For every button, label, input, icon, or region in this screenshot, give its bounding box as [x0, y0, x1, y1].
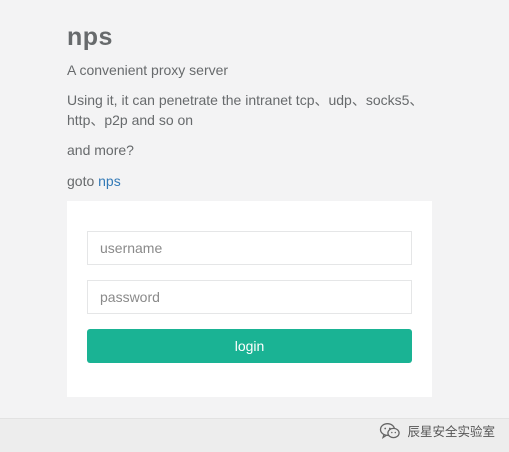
- nps-link[interactable]: nps: [98, 173, 121, 189]
- login-form: login: [67, 201, 432, 397]
- login-button[interactable]: login: [87, 329, 412, 363]
- description: Using it, it can penetrate the intranet …: [67, 92, 424, 128]
- password-input[interactable]: [87, 280, 412, 314]
- page: nps A convenient proxy server Using it, …: [0, 0, 509, 418]
- username-input[interactable]: [87, 231, 412, 265]
- watermark: 辰星安全实验室: [379, 421, 495, 440]
- intro-section: nps A convenient proxy server Using it, …: [67, 22, 437, 189]
- goto-prefix: goto: [67, 173, 99, 189]
- logo-title: nps: [67, 23, 113, 51]
- watermark-text: 辰星安全实验室: [407, 424, 495, 439]
- more-text: and more?: [67, 142, 134, 158]
- wechat-icon: [379, 422, 401, 440]
- tagline: A convenient proxy server: [67, 62, 229, 78]
- goto-line: goto nps: [67, 171, 121, 191]
